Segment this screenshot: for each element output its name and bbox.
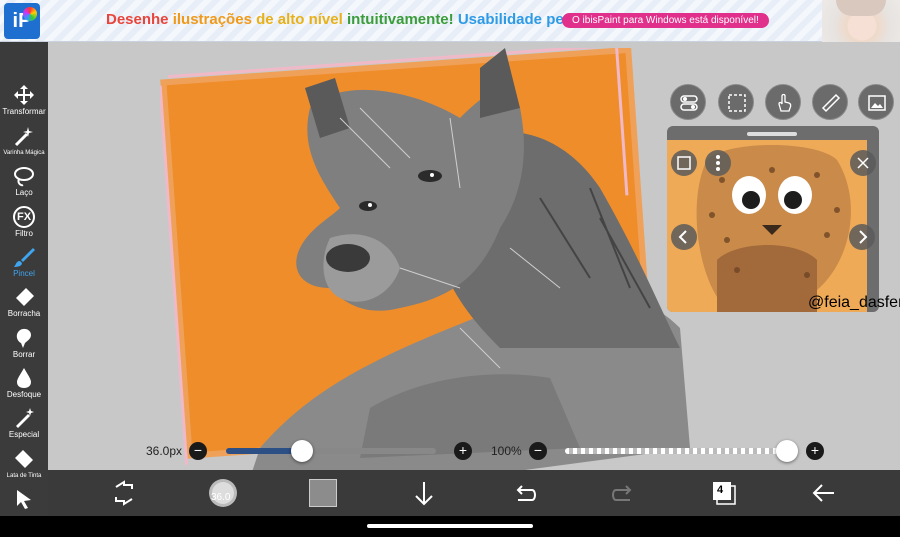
color-swatch-button[interactable]: [308, 470, 348, 516]
size-increase-button[interactable]: +: [454, 442, 472, 460]
paint-bucket-icon: [15, 450, 33, 468]
arrow-down-icon: [415, 482, 433, 506]
selection-frame-icon: [728, 94, 746, 112]
tool-special[interactable]: Especial: [0, 405, 48, 445]
close-icon: [857, 157, 869, 169]
download-button[interactable]: [404, 470, 444, 516]
touch-button[interactable]: [765, 84, 801, 120]
reference-crop-button[interactable]: [671, 150, 697, 176]
more-vertical-icon: [716, 155, 720, 171]
undo-icon: [516, 485, 536, 501]
chevron-left-icon: [678, 230, 687, 244]
plus-icon: +: [810, 442, 820, 458]
tool-brush-label: Pincel: [13, 269, 35, 278]
tool-magic-wand[interactable]: Varinha Mágica: [0, 123, 48, 163]
smudge-icon: [16, 328, 31, 348]
eraser-icon: [16, 288, 34, 306]
tool-special-label: Especial: [8, 430, 40, 439]
undo-button[interactable]: [504, 470, 544, 516]
tool-eraser-label: Borracha: [7, 309, 41, 318]
left-toolbar: Transformar Varinha Mágica Laço FX Filtr…: [0, 42, 48, 516]
reference-next-button[interactable]: [849, 224, 875, 250]
redo-button[interactable]: [604, 470, 644, 516]
tool-filter[interactable]: FX Filtro: [0, 204, 48, 244]
size-decrease-button[interactable]: −: [189, 442, 207, 460]
reference-image-button[interactable]: [858, 84, 894, 120]
selection-frame-button[interactable]: [718, 84, 754, 120]
tool-paint-bucket-label: Lata de Tinta: [6, 473, 42, 479]
back-button[interactable]: [804, 470, 844, 516]
tool-eraser[interactable]: Borracha: [0, 284, 48, 324]
minus-icon: −: [193, 442, 203, 458]
brush-preview-button[interactable]: 36.0: [206, 470, 240, 516]
tool-blur[interactable]: Desfoque: [0, 365, 48, 405]
plus-icon: +: [458, 442, 468, 458]
reference-menu-button[interactable]: [705, 150, 731, 176]
ad-banner[interactable]: iP Desenhe ilustrações de alto nível int…: [0, 0, 900, 42]
opacity-increase-button[interactable]: +: [806, 442, 824, 460]
tool-lasso[interactable]: Laço: [0, 163, 48, 203]
reference-grip[interactable]: [747, 132, 797, 136]
ruler-icon: [821, 93, 841, 113]
tool-transform-label: Transformar: [2, 107, 46, 116]
system-nav-bar: [0, 516, 900, 537]
select-arrow-icon: [17, 490, 31, 509]
bottom-toolbar: 36.0 4: [48, 470, 900, 516]
toggle-icon: [680, 95, 698, 111]
ad-headline: Desenhe ilustrações de alto nível intuit…: [106, 11, 606, 28]
redo-icon: [612, 485, 632, 501]
tool-filter-label: Filtro: [15, 229, 33, 238]
fx-icon: FX: [13, 206, 35, 228]
tool-magic-wand-label: Varinha Mágica: [3, 150, 45, 156]
lasso-icon: [14, 167, 34, 187]
home-indicator[interactable]: [367, 524, 533, 528]
transform-canvas-button[interactable]: [104, 470, 144, 516]
opacity-slider-knob[interactable]: [776, 440, 798, 462]
brush-icon: [14, 248, 35, 267]
blur-icon: [17, 368, 31, 388]
opacity-decrease-button[interactable]: −: [529, 442, 547, 460]
rotate-arrows-icon: [115, 480, 133, 506]
tool-transform[interactable]: Transformar: [0, 82, 48, 122]
brush-size-label: 36.0px: [146, 444, 183, 458]
tool-paint-bucket[interactable]: Lata de Tinta: [0, 446, 48, 486]
reference-prev-button[interactable]: [671, 224, 697, 250]
tool-smudge-label: Borrar: [12, 350, 36, 359]
artwork-canvas[interactable]: [160, 48, 700, 508]
arrow-left-icon: [812, 484, 834, 502]
color-swatch: [309, 479, 337, 507]
ad-windows-pill[interactable]: O ibisPaint para Windows está disponível…: [562, 13, 769, 28]
opacity-label: 100%: [491, 444, 522, 458]
toggle-button[interactable]: [670, 84, 706, 120]
tool-brush[interactable]: Pincel: [0, 244, 48, 284]
tool-smudge[interactable]: Borrar: [0, 325, 48, 365]
minus-icon: −: [533, 442, 543, 458]
layers-button[interactable]: 4: [704, 470, 744, 516]
image-icon: [868, 95, 886, 111]
reference-image: [667, 140, 867, 312]
crop-icon: [677, 156, 691, 170]
tool-blur-label: Desfoque: [6, 390, 42, 399]
ruler-button[interactable]: [812, 84, 848, 120]
reference-window[interactable]: [667, 126, 879, 312]
tool-lasso-label: Laço: [15, 188, 33, 197]
ibispaint-logo: iP: [4, 3, 40, 39]
layers-icon: [713, 482, 736, 505]
brush-size-badge: 36.0: [211, 492, 231, 503]
layer-count: 4: [717, 484, 724, 496]
chevron-right-icon: [859, 230, 868, 244]
reference-caption: @feia_dasferth: [808, 294, 900, 311]
move-icon: [14, 85, 34, 105]
magic-wand-icon: [14, 127, 33, 147]
brush-size-slider-knob[interactable]: [290, 440, 313, 462]
special-pen-icon: [16, 408, 34, 428]
hand-touch-icon: [778, 93, 792, 112]
ad-character-image: [822, 0, 900, 42]
reference-close-button[interactable]: [850, 150, 876, 176]
opacity-track[interactable]: [565, 448, 787, 454]
